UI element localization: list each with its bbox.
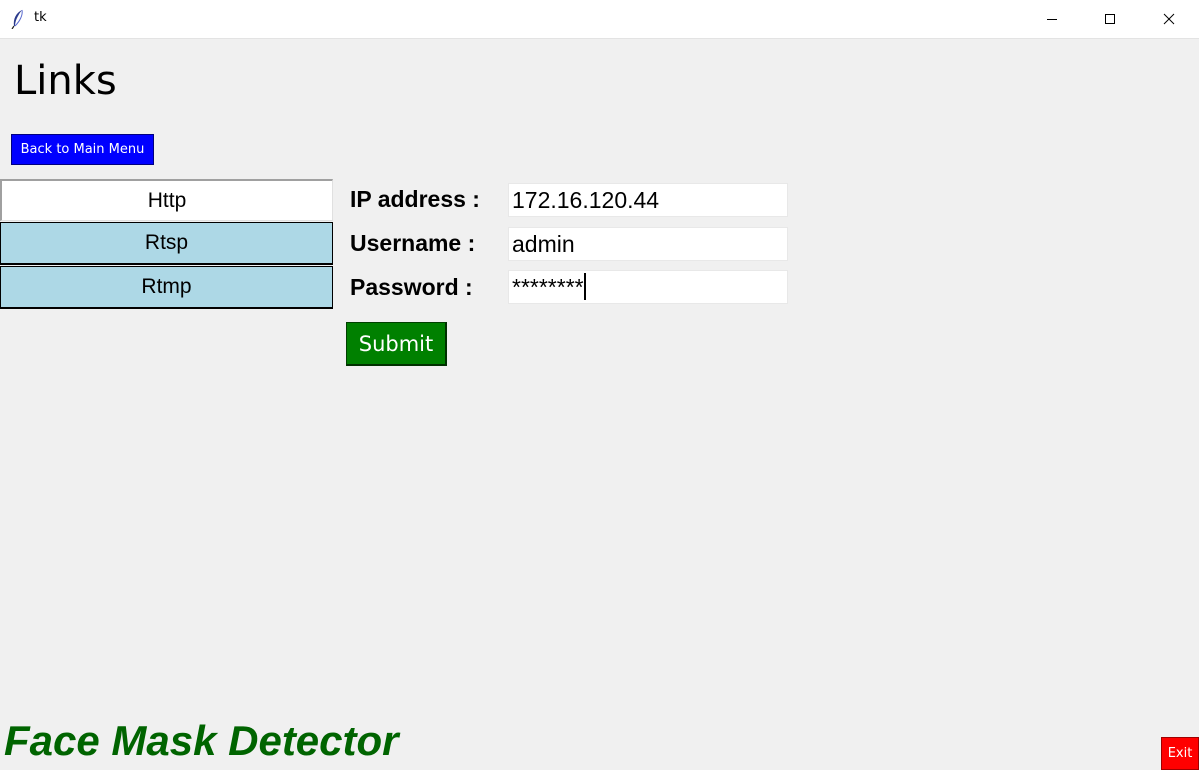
submit-button[interactable]: Submit [346,322,447,366]
ip-address-input[interactable]: 172.16.120.44 [508,183,788,217]
maximize-button[interactable] [1081,0,1139,38]
exit-button[interactable]: Exit [1161,737,1199,770]
close-icon [1163,13,1175,25]
username-label: Username : [350,230,476,256]
text-caret [583,273,586,300]
title-bar[interactable]: tk [0,0,1199,39]
tab-http[interactable]: Http [0,179,333,221]
minimize-icon [1046,13,1058,25]
minimize-button[interactable] [1023,0,1081,38]
maximize-icon [1104,13,1116,25]
app-footer-title: Face Mask Detector [4,717,399,764]
tab-rtsp[interactable]: Rtsp [0,222,333,265]
back-to-main-menu-button[interactable]: Back to Main Menu [11,134,154,165]
username-input[interactable]: admin [508,227,788,261]
tab-rtmp[interactable]: Rtmp [0,266,333,309]
password-label: Password : [350,274,473,300]
ip-address-value: 172.16.120.44 [512,187,660,213]
app-window: tk Links Back to Main Menu Http Rtsp Rtm… [0,0,1199,770]
window-title: tk [34,10,47,25]
username-value: admin [512,231,575,257]
ip-address-label: IP address : [350,186,480,212]
password-input[interactable]: ******** [508,270,788,304]
close-button[interactable] [1140,0,1198,38]
feather-icon [10,9,26,30]
password-value: ******** [512,274,584,300]
page-title: Links [14,58,117,104]
